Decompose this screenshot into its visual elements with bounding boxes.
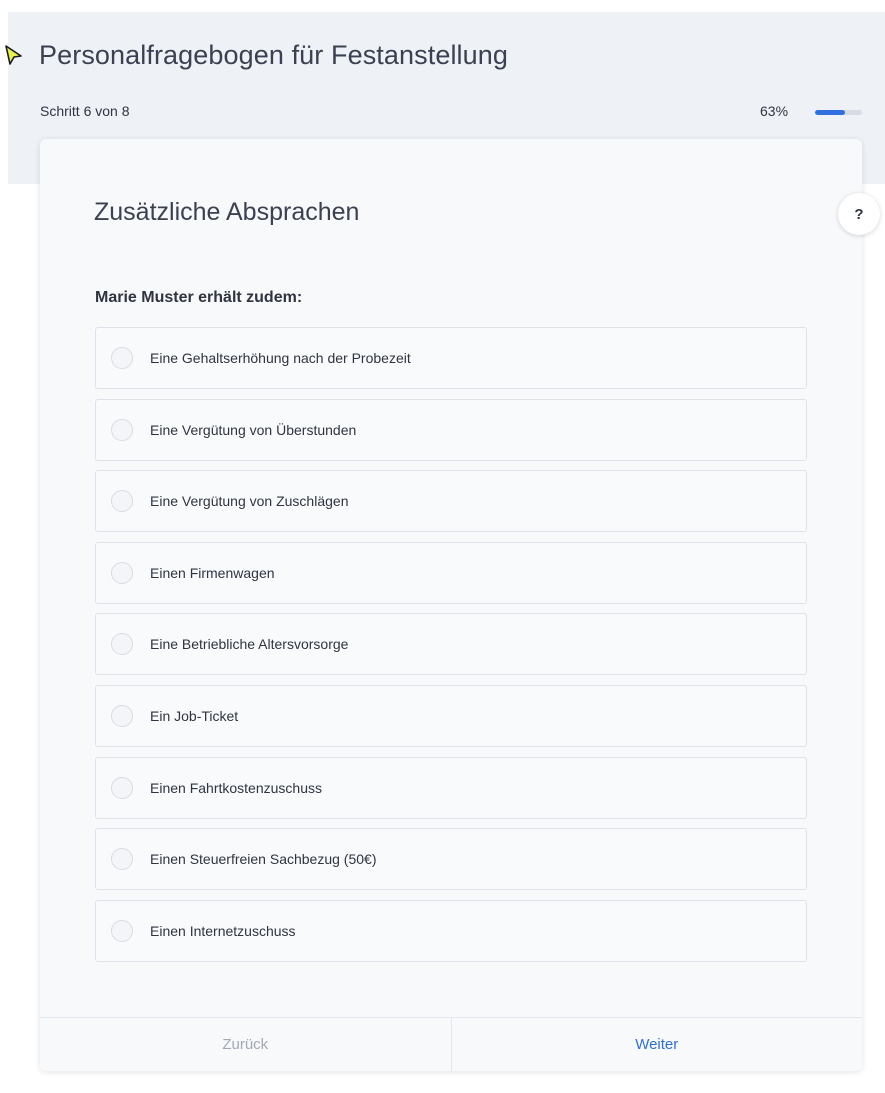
option-label: Einen Firmenwagen: [150, 564, 275, 581]
page-title: Personalfragebogen für Festanstellung: [39, 40, 509, 70]
option-label: Einen Internetzuschuss: [150, 922, 296, 939]
cursor-arrow-icon: [5, 45, 22, 65]
radio-unchecked-icon[interactable]: [111, 919, 133, 942]
option-item[interactable]: Einen Firmenwagen: [95, 541, 807, 604]
card-footer: Zurück Weiter: [40, 1017, 862, 1071]
option-label: Eine Vergütung von Zuschlägen: [150, 493, 349, 510]
option-item[interactable]: Einen Fahrtkostenzuschuss: [95, 756, 807, 819]
option-item[interactable]: Einen Internetzuschuss: [95, 899, 807, 962]
option-item[interactable]: Eine Vergütung von Überstunden: [95, 398, 807, 461]
radio-unchecked-icon[interactable]: [111, 561, 133, 584]
options-list: Eine Gehaltserhöhung nach der Probezeit …: [95, 327, 807, 971]
next-button[interactable]: Weiter: [452, 1018, 863, 1071]
option-item[interactable]: Eine Gehaltserhöhung nach der Probezeit: [95, 327, 807, 389]
radio-unchecked-icon[interactable]: [111, 418, 133, 441]
option-label: Ein Job-Ticket: [150, 707, 239, 724]
progress-bar: [815, 110, 862, 115]
option-label: Eine Gehaltserhöhung nach der Probezeit: [150, 350, 411, 366]
option-label: Eine Betriebliche Altersvorsorge: [150, 636, 349, 653]
progress-percent: 63%: [760, 103, 789, 119]
section-title: Zusätzliche Absprachen: [94, 198, 360, 226]
option-label: Einen Fahrtkostenzuschuss: [150, 779, 322, 796]
radio-unchecked-icon[interactable]: [111, 776, 133, 799]
option-item[interactable]: Ein Job-Ticket: [95, 684, 807, 747]
radio-unchecked-icon[interactable]: [111, 633, 133, 656]
option-item[interactable]: Einen Steuerfreien Sachbezug (50€): [95, 828, 807, 891]
help-button[interactable]: ?: [838, 193, 880, 235]
step-indicator: Schritt 6 von 8: [40, 103, 130, 119]
option-label: Einen Steuerfreien Sachbezug (50€): [150, 851, 377, 868]
radio-unchecked-icon[interactable]: [111, 848, 133, 871]
radio-unchecked-icon[interactable]: [111, 347, 133, 369]
option-item[interactable]: Eine Betriebliche Altersvorsorge: [95, 613, 807, 676]
radio-unchecked-icon[interactable]: [111, 490, 133, 513]
radio-unchecked-icon[interactable]: [111, 704, 133, 727]
progress-bar-fill: [815, 110, 845, 115]
option-label: Eine Vergütung von Überstunden: [150, 421, 357, 438]
option-item[interactable]: Eine Vergütung von Zuschlägen: [95, 470, 807, 533]
question-label: Marie Muster erhält zudem:: [95, 289, 303, 306]
back-button[interactable]: Zurück: [40, 1018, 452, 1071]
